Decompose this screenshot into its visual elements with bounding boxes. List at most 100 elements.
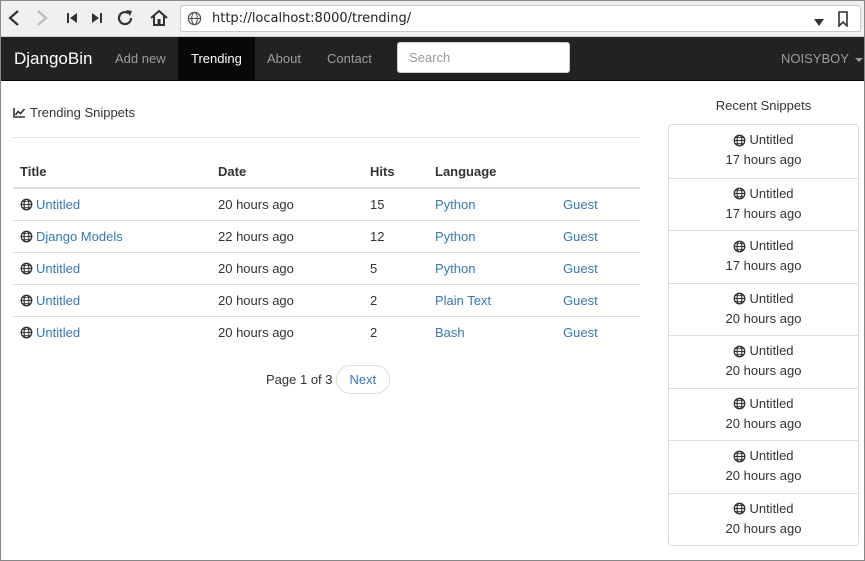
page-title-text: Trending Snippets: [30, 105, 136, 120]
last-icon[interactable]: [85, 6, 109, 30]
recent-snippet-title: Untitled: [749, 238, 794, 253]
snippet-title-link[interactable]: Untitled: [36, 261, 80, 276]
address-bar[interactable]: http://localhost:8000/trending/: [180, 5, 861, 32]
recent-snippet-time: 20 hours ago: [725, 468, 802, 483]
page-indicator: Page 1 of 3: [266, 372, 333, 387]
globe-icon: [734, 502, 746, 515]
forward-icon[interactable]: [30, 6, 54, 30]
user-name: NOISYBOY: [781, 51, 849, 66]
row-title-cell: Untitled: [20, 317, 80, 349]
recent-snippet-time: 20 hours ago: [725, 310, 802, 326]
row-title-cell: Untitled: [20, 253, 80, 285]
first-icon[interactable]: [60, 6, 84, 30]
back-icon[interactable]: [2, 6, 26, 30]
globe-icon: [734, 240, 746, 252]
url-text[interactable]: http://localhost:8000/trending/: [212, 11, 411, 26]
snippet-user-link[interactable]: Guest: [563, 189, 598, 221]
recent-snippet-item[interactable]: Untitled 20 hours ago: [669, 440, 858, 493]
snippet-language-link[interactable]: Python: [435, 253, 475, 285]
recent-snippet-item[interactable]: Untitled 20 hours ago: [669, 282, 858, 336]
globe-icon: [734, 292, 746, 305]
snippet-title-link[interactable]: Django Models: [36, 229, 123, 244]
snippet-language-link[interactable]: Python: [435, 221, 475, 253]
search-input[interactable]: [397, 42, 570, 73]
snippet-user-link[interactable]: Guest: [563, 317, 598, 349]
nav-about[interactable]: About: [254, 37, 314, 80]
globe-icon: [20, 191, 33, 223]
snippet-language-link[interactable]: Plain Text: [435, 285, 491, 317]
snippet-hits: 2: [370, 293, 378, 308]
snippet-hits: 12: [370, 229, 385, 244]
sidebar-title: Recent Snippets: [715, 98, 812, 113]
bookmark-icon[interactable]: [837, 11, 849, 30]
recent-snippet-item[interactable]: Untitled 20 hours ago: [669, 492, 858, 546]
divider: [13, 137, 640, 138]
recent-snippet-time: 20 hours ago: [725, 363, 802, 378]
row-title-cell: Untitled: [20, 189, 80, 221]
pagination: Page 1 of 3 Next: [266, 365, 391, 394]
snippet-hits: 15: [370, 197, 385, 212]
recent-snippet-item[interactable]: Untitled 20 hours ago: [669, 387, 858, 441]
globe-icon: [20, 223, 33, 255]
globe-icon: [20, 255, 33, 287]
snippet-user-link[interactable]: Guest: [563, 285, 598, 317]
snippet-user-link[interactable]: Guest: [563, 221, 598, 253]
user-menu[interactable]: NOISYBOY: [781, 37, 863, 80]
nav-add-new[interactable]: Add new: [102, 37, 179, 80]
recent-snippet-time: 17 hours ago: [725, 152, 802, 167]
snippet-hits: 5: [370, 261, 378, 276]
snippet-title-link[interactable]: Untitled: [36, 293, 80, 308]
header-title: Title: [20, 164, 47, 179]
snippet-date: 20 hours ago: [218, 325, 294, 340]
brand-link[interactable]: DjangoBin: [14, 49, 92, 69]
page-title: Trending Snippets: [13, 105, 135, 120]
header-language: Language: [435, 164, 497, 179]
globe-icon: [734, 450, 746, 462]
recent-snippet-title: Untitled: [749, 448, 794, 463]
snippet-date: 20 hours ago: [218, 261, 294, 276]
globe-icon: [734, 187, 746, 200]
dropdown-icon[interactable]: [814, 15, 824, 30]
recent-snippet-title: Untitled: [749, 395, 794, 411]
recent-snippet-title: Untitled: [749, 290, 794, 306]
recent-snippets-list: Untitled 17 hours ago Untitled 17 hours …: [668, 124, 859, 546]
recent-snippet-title: Untitled: [749, 132, 794, 147]
recent-snippet-time: 20 hours ago: [725, 520, 802, 536]
home-icon[interactable]: [147, 6, 171, 30]
recent-snippet-title: Untitled: [749, 500, 794, 516]
table-header: Title Date Hits Language: [13, 155, 640, 188]
table-row: Untitled 20 hours ago 2 Plain Text Guest: [13, 284, 640, 316]
recent-snippet-item[interactable]: Untitled 17 hours ago: [669, 177, 858, 231]
recent-snippet-title: Untitled: [749, 185, 794, 201]
row-title-cell: Untitled: [20, 285, 80, 317]
reload-icon[interactable]: [113, 6, 137, 30]
recent-snippet-item[interactable]: Untitled 17 hours ago: [669, 230, 858, 283]
globe-icon: [734, 134, 746, 146]
snippet-title-link[interactable]: Untitled: [36, 325, 80, 340]
recent-snippet-item[interactable]: Untitled 17 hours ago: [669, 125, 858, 178]
row-title-cell: Django Models: [20, 221, 123, 253]
globe-icon: [734, 345, 746, 357]
recent-snippet-time: 17 hours ago: [725, 258, 802, 273]
snippet-title-link[interactable]: Untitled: [36, 197, 80, 212]
snippet-date: 22 hours ago: [218, 229, 294, 244]
snippet-date: 20 hours ago: [218, 293, 294, 308]
table-row: Django Models 22 hours ago 12 Python Gue…: [13, 220, 640, 252]
snippet-hits: 2: [370, 325, 378, 340]
recent-snippet-item[interactable]: Untitled 20 hours ago: [669, 335, 858, 388]
nav-contact[interactable]: Contact: [314, 37, 385, 80]
caret-down-icon: [854, 57, 863, 62]
trending-table: Title Date Hits Language Untitled 20 hou…: [13, 155, 640, 348]
globe-icon: [20, 287, 33, 319]
header-date: Date: [218, 164, 247, 179]
snippet-user-link[interactable]: Guest: [563, 253, 598, 285]
table-row: Untitled 20 hours ago 15 Python Guest: [13, 188, 640, 220]
recent-snippet-title: Untitled: [749, 343, 794, 358]
browser-toolbar: http://localhost:8000/trending/: [0, 0, 865, 37]
snippet-language-link[interactable]: Python: [435, 189, 475, 221]
recent-snippet-time: 17 hours ago: [725, 205, 802, 221]
nav-trending[interactable]: Trending: [178, 37, 255, 80]
next-page-button[interactable]: Next: [335, 365, 391, 394]
snippet-language-link[interactable]: Bash: [435, 317, 465, 349]
snippet-date: 20 hours ago: [218, 197, 294, 212]
